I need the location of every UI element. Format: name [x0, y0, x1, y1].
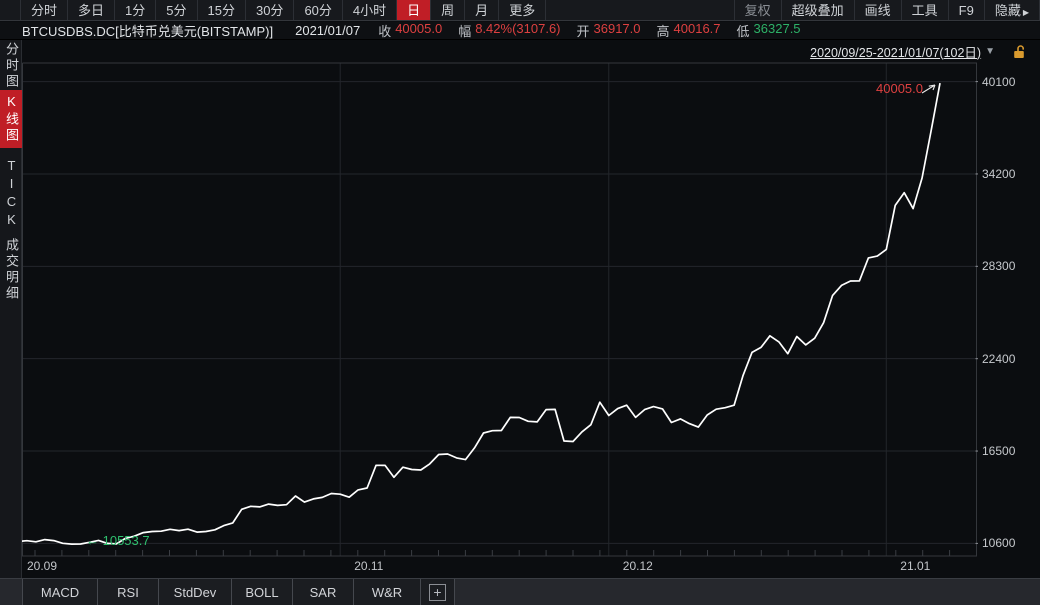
quote-field-开: 开36917.0 [577, 21, 641, 40]
indicator-tab-BOLL[interactable]: BOLL [232, 579, 293, 605]
period-button-周[interactable]: 周 [431, 0, 465, 20]
quote-date: 2021/01/07 [295, 23, 360, 38]
sidebar-item-TICK[interactable]: TICK [0, 154, 22, 234]
y-axis-label: 40100 [982, 75, 1015, 89]
x-axis-label: 20.09 [27, 559, 57, 573]
x-axis-label: 21.01 [900, 559, 930, 573]
date-range-link[interactable]: 2020/09/25-2021/01/07(102日) [810, 42, 981, 61]
tabbar-corner [0, 579, 23, 605]
indicator-tab-StdDev[interactable]: StdDev [159, 579, 232, 605]
quote-field-label: 开 [577, 21, 590, 40]
quote-field-label: 低 [737, 21, 750, 40]
chart-mode-sidebar: 分时图K线图 TICK成交明细 [0, 40, 22, 578]
indicator-tab-W&R[interactable]: W&R [354, 579, 421, 605]
last-price-annotation: 40005.0 [876, 81, 923, 96]
period-button-4小时[interactable]: 4小时 [343, 0, 397, 20]
indicator-tab-RSI[interactable]: RSI [98, 579, 159, 605]
chevron-down-icon[interactable]: ▼ [985, 46, 995, 57]
tool-button-画线[interactable]: 画线 [855, 0, 902, 20]
period-button-月[interactable]: 月 [465, 0, 499, 20]
x-axis-label: 20.11 [354, 559, 383, 573]
sidebar-item-成交明细[interactable]: 成交明细 [0, 234, 22, 306]
indicator-tab-MACD[interactable]: MACD [23, 579, 98, 605]
y-axis-label: 10600 [982, 536, 1015, 550]
tool-button-超级叠加[interactable]: 超级叠加 [782, 0, 855, 20]
indicator-tabs: MACDRSIStdDevBOLLSARW&R [23, 579, 421, 605]
period-buttons-group: 分时多日1分5分15分30分60分4小时日周月更多 [20, 0, 546, 20]
y-axis-label: 16500 [982, 444, 1015, 458]
add-indicator-button[interactable]: + [429, 584, 446, 601]
quote-field-幅: 幅8.42%(3107.6) [458, 21, 560, 40]
indicator-tab-SAR[interactable]: SAR [293, 579, 354, 605]
period-button-日[interactable]: 日 [397, 0, 431, 20]
period-button-15分[interactable]: 15分 [198, 0, 246, 20]
unlock-icon[interactable] [1013, 44, 1027, 59]
tool-button-工具[interactable]: 工具 [902, 0, 949, 20]
quote-field-高: 高40016.7 [657, 21, 721, 40]
tools-buttons-group: 复权超级叠加画线工具F9隐藏▶ [734, 0, 1040, 20]
price-plot[interactable] [22, 60, 978, 558]
quote-field-label: 高 [657, 21, 670, 40]
period-button-5分[interactable]: 5分 [156, 0, 197, 20]
annotation-arrow-icon [922, 85, 935, 93]
quote-field-value: 36917.0 [594, 21, 641, 40]
chart-area[interactable]: 2020/09/25-2021/01/07(102日) ▼ 40100 34200… [22, 40, 1040, 578]
instrument-title: BTCUSDBS.DC[比特币兑美元(BITSTAMP)] [22, 21, 273, 40]
add-indicator-cell: + [421, 579, 455, 605]
period-button-60分[interactable]: 60分 [294, 0, 342, 20]
quote-field-value: 40005.0 [395, 21, 442, 40]
y-axis-label: 34200 [982, 167, 1015, 181]
x-axis-label: 20.12 [623, 559, 653, 573]
quote-field-label: 收 [378, 21, 391, 40]
tool-button-复权[interactable]: 复权 [734, 0, 782, 20]
quote-field-value: 40016.7 [674, 21, 721, 40]
tool-button-F9[interactable]: F9 [949, 0, 985, 20]
period-toolbar: 分时多日1分5分15分30分60分4小时日周月更多 复权超级叠加画线工具F9隐藏… [0, 0, 1040, 21]
quote-field-收: 收40005.0 [378, 21, 442, 40]
instrument-info-bar: BTCUSDBS.DC[比特币兑美元(BITSTAMP)] 2021/01/07… [0, 22, 1040, 40]
trading-app-window: 分时多日1分5分15分30分60分4小时日周月更多 复权超级叠加画线工具F9隐藏… [0, 0, 1040, 605]
min-price-annotation: ← 10553.7 [86, 533, 150, 548]
y-axis-label: 28300 [982, 259, 1015, 273]
period-button-1分[interactable]: 1分 [115, 0, 156, 20]
quote-field-label: 幅 [458, 21, 471, 40]
quote-field-低: 低36327.5 [737, 21, 801, 40]
period-button-分时[interactable]: 分时 [20, 0, 68, 20]
price-line [22, 83, 940, 544]
y-axis-label: 22400 [982, 352, 1015, 366]
sidebar-item-K线图[interactable]: K线图 [0, 90, 22, 148]
quote-fields: 收40005.0幅8.42%(3107.6)开36917.0高40016.7低3… [378, 21, 816, 40]
period-button-更多[interactable]: 更多 [499, 0, 546, 20]
chevron-right-icon: ▶ [1023, 8, 1029, 17]
sidebar-item-分时图[interactable]: 分时图 [0, 38, 22, 94]
date-range-row: 2020/09/25-2021/01/07(102日) ▼ [810, 43, 995, 59]
period-button-多日[interactable]: 多日 [68, 0, 115, 20]
indicator-tabbar: MACDRSIStdDevBOLLSARW&R + [0, 578, 1040, 605]
tool-button-隐藏[interactable]: 隐藏▶ [985, 0, 1040, 20]
quote-field-value: 36327.5 [754, 21, 801, 40]
quote-field-value: 8.42%(3107.6) [475, 21, 560, 40]
period-button-30分[interactable]: 30分 [246, 0, 294, 20]
